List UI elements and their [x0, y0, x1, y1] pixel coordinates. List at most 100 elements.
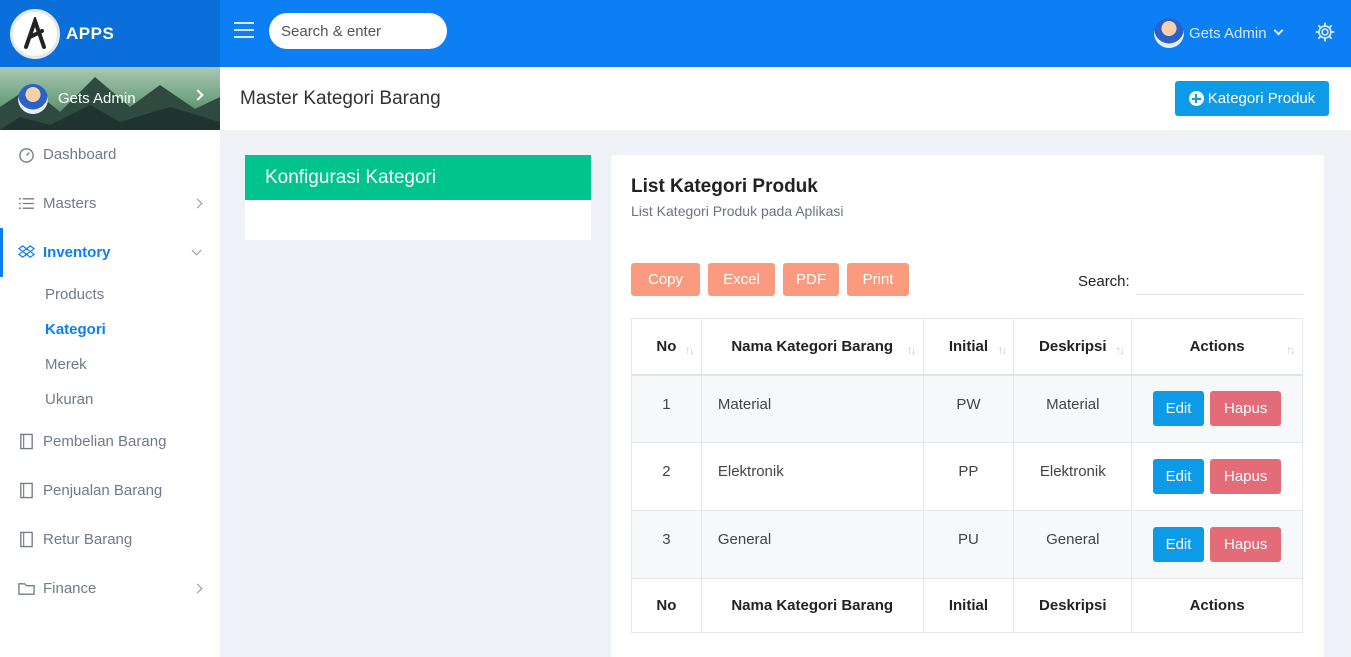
profile-name: Gets Admin — [58, 90, 136, 107]
chevron-down-icon — [191, 245, 202, 256]
cell-nama: Material — [700, 374, 924, 443]
page-title: Master Kategori Barang — [240, 88, 441, 109]
cell-no: 3 — [631, 510, 702, 579]
user-name: Gets Admin — [1189, 24, 1267, 42]
sidebar-item-label: Dashboard — [43, 146, 117, 163]
sidebar-item-masters[interactable]: Masters — [0, 179, 220, 228]
cell-no: 2 — [631, 442, 702, 511]
page-header: Master Kategori Barang Kategori Produk — [220, 67, 1351, 130]
user-menu[interactable]: Gets Admin — [1154, 18, 1283, 48]
clipboard-icon — [20, 531, 33, 548]
chevron-down-icon — [1273, 25, 1283, 36]
column-header-deskripsi[interactable]: Deskripsi ↑↓ — [1013, 318, 1133, 375]
dropbox-icon — [18, 245, 35, 258]
sidebar-item-label: Penjualan Barang — [43, 482, 163, 499]
copy-button[interactable]: Copy — [631, 263, 700, 296]
cell-no: 1 — [631, 374, 702, 443]
avatar — [18, 83, 48, 114]
sort-icon: ↑↓ — [1286, 343, 1296, 357]
brand-name: APPS — [66, 23, 115, 43]
list-icon — [18, 198, 35, 209]
cell-deskripsi: General — [1013, 510, 1133, 579]
chevron-right-icon — [192, 583, 203, 594]
column-header-no[interactable]: No ↑↓ — [631, 318, 702, 375]
table-row: 3 General PU General Edit Hapus — [631, 510, 1303, 579]
footer-deskripsi: Deskripsi — [1013, 578, 1133, 633]
sidebar-item-penjualan[interactable]: Penjualan Barang — [0, 466, 220, 515]
edit-button[interactable]: Edit — [1153, 391, 1205, 427]
cell-actions: Edit Hapus — [1131, 374, 1303, 443]
delete-button[interactable]: Hapus — [1210, 459, 1282, 494]
search-input[interactable] — [269, 13, 447, 49]
pdf-button[interactable]: PDF — [783, 263, 839, 296]
card-subtitle: List Kategori Produk pada Aplikasi — [631, 203, 844, 219]
sidebar-item-dashboard[interactable]: Dashboard — [0, 130, 220, 179]
sidebar-subitem-merek[interactable]: Merek — [0, 347, 220, 382]
card-title: List Kategori Produk — [631, 176, 818, 197]
sidebar-item-label: Masters — [43, 195, 97, 212]
excel-button[interactable]: Excel — [708, 263, 775, 296]
cell-actions: Edit Hapus — [1131, 510, 1303, 579]
delete-button[interactable]: Hapus — [1210, 527, 1282, 562]
dashboard-icon — [19, 148, 34, 163]
chevron-right-icon — [192, 198, 203, 209]
sort-icon: ↑↓ — [997, 343, 1007, 357]
print-button[interactable]: Print — [847, 263, 909, 296]
footer-no: No — [631, 578, 702, 633]
delete-button[interactable]: Hapus — [1210, 391, 1282, 427]
footer-nama: Nama Kategori Barang — [700, 578, 924, 633]
export-toolbar: Copy Excel PDF Print — [631, 263, 917, 296]
sidebar-item-retur[interactable]: Retur Barang — [0, 515, 220, 564]
footer-actions: Actions — [1131, 578, 1303, 633]
clipboard-icon — [20, 482, 33, 499]
kategori-list-card: List Kategori Produk List Kategori Produ… — [611, 155, 1324, 657]
table-search-input[interactable] — [1136, 265, 1304, 295]
cell-deskripsi: Elektronik — [1013, 442, 1133, 511]
cell-nama: General — [700, 510, 924, 579]
config-card-title: Konfigurasi Kategori — [245, 155, 591, 200]
avatar — [1154, 18, 1184, 48]
clipboard-icon — [20, 433, 33, 450]
sidebar-item-inventory[interactable]: Inventory — [0, 228, 220, 277]
config-card: Konfigurasi Kategori — [245, 155, 591, 240]
cell-deskripsi: Material — [1013, 374, 1133, 443]
kategori-table: No ↑↓ Nama Kategori Barang ↑↓ Initial ↑↓ De… — [631, 318, 1303, 633]
cell-initial: PP — [922, 442, 1015, 511]
edit-button[interactable]: Edit — [1153, 527, 1205, 562]
add-kategori-button[interactable]: Kategori Produk — [1175, 81, 1329, 116]
sidebar-item-pembelian[interactable]: Pembelian Barang — [0, 417, 220, 466]
column-header-nama[interactable]: Nama Kategori Barang ↑↓ — [700, 318, 924, 375]
gear-icon[interactable] — [1314, 21, 1336, 43]
sort-icon: ↑↓ — [684, 343, 695, 357]
column-header-actions[interactable]: Actions ↑↓ — [1131, 318, 1303, 375]
top-bar: APPS Gets Admin — [0, 0, 1351, 67]
sidebar-subitem-ukuran[interactable]: Ukuran — [0, 382, 220, 417]
edit-button[interactable]: Edit — [1153, 459, 1205, 494]
footer-initial: Initial — [922, 578, 1015, 633]
add-kategori-label: Kategori Produk — [1207, 90, 1316, 107]
sidebar-item-label: Pembelian Barang — [43, 433, 167, 450]
cell-initial: PW — [922, 374, 1015, 443]
sidebar-subitem-kategori[interactable]: Kategori — [0, 312, 220, 347]
plus-circle-icon — [1188, 91, 1204, 106]
cell-actions: Edit Hapus — [1131, 442, 1303, 511]
logo-icon — [10, 8, 60, 59]
table-search-label: Search: — [1078, 273, 1130, 290]
sidebar-item-finance[interactable]: Finance — [0, 564, 220, 613]
brand[interactable]: APPS — [0, 0, 220, 67]
sidebar-profile[interactable]: Gets Admin — [0, 67, 220, 130]
table-row: 1 Material PW Material Edit Hapus — [631, 374, 1303, 443]
cell-initial: PU — [922, 510, 1015, 579]
sidebar-subitem-products[interactable]: Products — [0, 277, 220, 312]
sidebar: Gets Admin Dashboard Masters Inventory P… — [0, 67, 220, 657]
table-row: 2 Elektronik PP Elektronik Edit Hapus — [631, 442, 1303, 511]
column-header-initial[interactable]: Initial ↑↓ — [922, 318, 1015, 375]
folder-icon — [18, 583, 35, 595]
sort-icon: ↑↓ — [1115, 343, 1125, 357]
sort-icon: ↑↓ — [906, 343, 917, 357]
sidebar-item-label: Inventory — [43, 244, 111, 261]
menu-toggle-icon[interactable] — [234, 22, 254, 40]
sidebar-item-label: Finance — [43, 580, 97, 597]
cell-nama: Elektronik — [700, 442, 924, 511]
sidebar-item-label: Retur Barang — [43, 531, 133, 548]
